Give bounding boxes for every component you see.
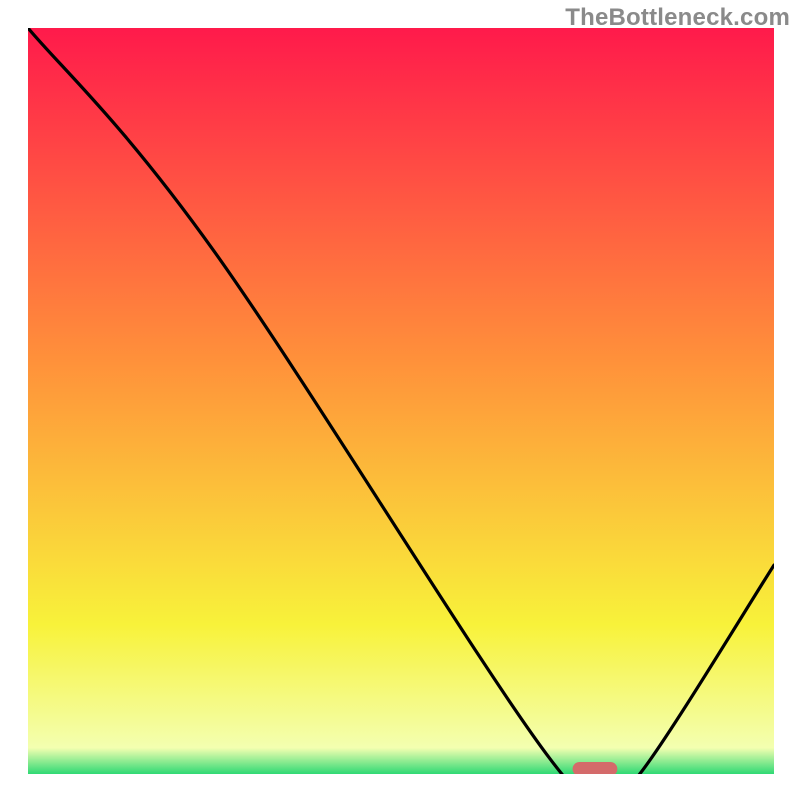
heatmap-background xyxy=(28,28,774,774)
chart-svg xyxy=(28,28,774,774)
plot-area xyxy=(28,28,774,774)
optimum-marker xyxy=(573,762,618,774)
chart-stage: TheBottleneck.com xyxy=(0,0,800,800)
attribution-watermark: TheBottleneck.com xyxy=(565,4,790,32)
